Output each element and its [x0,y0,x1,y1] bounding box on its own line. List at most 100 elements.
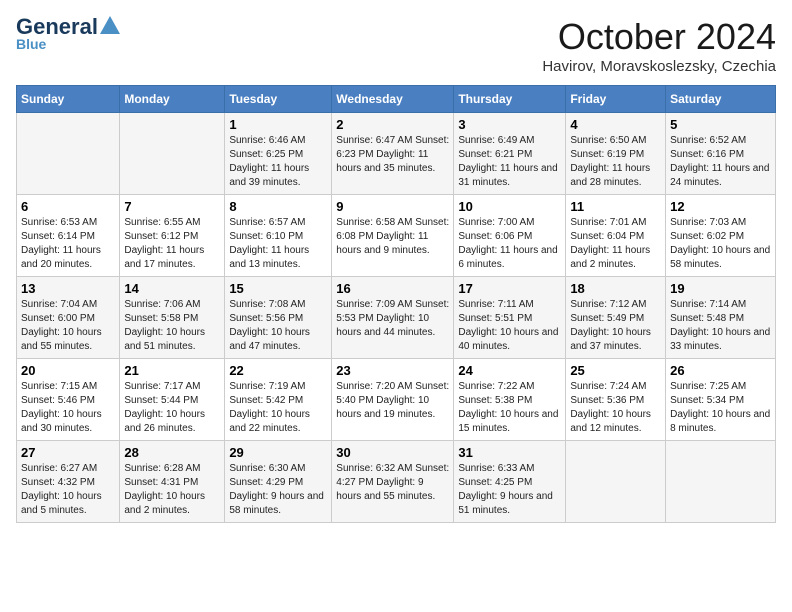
calendar-day-cell: 4 Sunrise: 6:50 AM Sunset: 6:19 PM Daylig… [566,113,666,195]
day-number: 13 [21,281,115,296]
day-info: Sunrise: 6:57 AM Sunset: 6:10 PM Dayligh… [229,216,327,272]
day-number: 19 [670,281,771,296]
day-info: Sunrise: 6:47 AM Sunset: 6:23 PM Dayligh… [336,134,449,176]
day-info: Sunrise: 7:20 AM Sunset: 5:40 PM Dayligh… [336,380,449,422]
day-number: 6 [21,199,115,214]
calendar-day-cell: 9Sunrise: 6:58 AM Sunset: 6:08 PM Daylig… [332,195,454,277]
day-number: 14 [124,281,220,296]
day-info: Sunrise: 6:55 AM Sunset: 6:12 PM Dayligh… [124,216,220,272]
day-number: 29 [229,445,327,460]
calendar-week-row: 6 Sunrise: 6:53 AM Sunset: 6:14 PM Daylig… [17,195,776,277]
calendar-day-cell: 27Sunrise: 6:27 AM Sunset: 4:32 PM Dayli… [17,441,120,523]
calendar-day-cell: 2 Sunrise: 6:47 AM Sunset: 6:23 PM Daylig… [332,113,454,195]
calendar-day-cell [666,441,776,523]
day-info: Sunrise: 7:01 AM Sunset: 6:04 PM Dayligh… [570,216,661,272]
day-info: Sunrise: 6:46 AM Sunset: 6:25 PM Dayligh… [229,134,327,190]
logo-blue: Blue [16,36,46,52]
calendar-day-cell: 6 Sunrise: 6:53 AM Sunset: 6:14 PM Daylig… [17,195,120,277]
calendar-week-row: 13 Sunrise: 7:04 AM Sunset: 6:00 PM Dayli… [17,277,776,359]
day-info: Sunrise: 6:50 AM Sunset: 6:19 PM Dayligh… [570,134,661,190]
day-of-week-header: Wednesday [332,86,454,113]
day-info: Sunrise: 7:22 AM Sunset: 5:38 PM Dayligh… [458,380,561,436]
calendar-day-cell: 24Sunrise: 7:22 AM Sunset: 5:38 PM Dayli… [454,359,566,441]
day-info: Sunrise: 6:27 AM Sunset: 4:32 PM Dayligh… [21,462,115,518]
day-number: 15 [229,281,327,296]
calendar-day-cell: 22Sunrise: 7:19 AM Sunset: 5:42 PM Dayli… [225,359,332,441]
day-number: 25 [570,363,661,378]
day-info: Sunrise: 7:11 AM Sunset: 5:51 PM Dayligh… [458,298,561,354]
calendar-day-cell: 13 Sunrise: 7:04 AM Sunset: 6:00 PM Dayli… [17,277,120,359]
day-of-week-header: Monday [120,86,225,113]
calendar-week-row: 1Sunrise: 6:46 AM Sunset: 6:25 PM Daylig… [17,113,776,195]
day-of-week-header: Saturday [666,86,776,113]
page-header: General Blue October 2024 Havirov, Morav… [16,16,776,75]
calendar-day-cell [120,113,225,195]
day-of-week-header: Sunday [17,86,120,113]
day-info: Sunrise: 7:04 AM Sunset: 6:00 PM Dayligh… [21,298,115,354]
calendar-week-row: 20Sunrise: 7:15 AM Sunset: 5:46 PM Dayli… [17,359,776,441]
calendar-day-cell: 16 Sunrise: 7:09 AM Sunset: 5:53 PM Dayli… [332,277,454,359]
calendar-day-cell: 20Sunrise: 7:15 AM Sunset: 5:46 PM Dayli… [17,359,120,441]
location: Havirov, Moravskoslezsky, Czechia [542,58,776,75]
calendar-day-cell: 12 Sunrise: 7:03 AM Sunset: 6:02 PM Dayli… [666,195,776,277]
calendar-week-row: 27Sunrise: 6:27 AM Sunset: 4:32 PM Dayli… [17,441,776,523]
calendar-day-cell: 11Sunrise: 7:01 AM Sunset: 6:04 PM Dayli… [566,195,666,277]
calendar-day-cell [566,441,666,523]
calendar-day-cell: 15Sunrise: 7:08 AM Sunset: 5:56 PM Dayli… [225,277,332,359]
day-number: 8 [229,199,327,214]
day-number: 30 [336,445,449,460]
logo: General Blue [16,16,120,52]
day-info: Sunrise: 7:24 AM Sunset: 5:36 PM Dayligh… [570,380,661,436]
day-number: 10 [458,199,561,214]
day-number: 3 [458,117,561,132]
day-info: Sunrise: 7:17 AM Sunset: 5:44 PM Dayligh… [124,380,220,436]
day-info: Sunrise: 6:52 AM Sunset: 6:16 PM Dayligh… [670,134,771,190]
calendar-day-cell: 21 Sunrise: 7:17 AM Sunset: 5:44 PM Dayli… [120,359,225,441]
logo-icon [100,16,120,34]
day-number: 9 [336,199,449,214]
day-number: 12 [670,199,771,214]
day-number: 21 [124,363,220,378]
day-info: Sunrise: 7:03 AM Sunset: 6:02 PM Dayligh… [670,216,771,272]
calendar-header-row: SundayMondayTuesdayWednesdayThursdayFrid… [17,86,776,113]
day-info: Sunrise: 6:30 AM Sunset: 4:29 PM Dayligh… [229,462,327,518]
calendar-day-cell: 19 Sunrise: 7:14 AM Sunset: 5:48 PM Dayli… [666,277,776,359]
day-number: 16 [336,281,449,296]
day-number: 23 [336,363,449,378]
day-number: 31 [458,445,561,460]
calendar-day-cell: 28Sunrise: 6:28 AM Sunset: 4:31 PM Dayli… [120,441,225,523]
calendar-day-cell: 23 Sunrise: 7:20 AM Sunset: 5:40 PM Dayli… [332,359,454,441]
calendar-day-cell: 7 Sunrise: 6:55 AM Sunset: 6:12 PM Daylig… [120,195,225,277]
day-number: 2 [336,117,449,132]
day-info: Sunrise: 6:53 AM Sunset: 6:14 PM Dayligh… [21,216,115,272]
day-info: Sunrise: 7:00 AM Sunset: 6:06 PM Dayligh… [458,216,561,272]
logo-general: General [16,16,98,38]
title-section: October 2024 Havirov, Moravskoslezsky, C… [542,16,776,75]
day-info: Sunrise: 7:14 AM Sunset: 5:48 PM Dayligh… [670,298,771,354]
month-title: October 2024 [542,16,776,58]
day-number: 4 [570,117,661,132]
calendar-day-cell: 3Sunrise: 6:49 AM Sunset: 6:21 PM Daylig… [454,113,566,195]
day-info: Sunrise: 6:28 AM Sunset: 4:31 PM Dayligh… [124,462,220,518]
calendar-day-cell: 18 Sunrise: 7:12 AM Sunset: 5:49 PM Dayli… [566,277,666,359]
calendar-body: 1Sunrise: 6:46 AM Sunset: 6:25 PM Daylig… [17,113,776,523]
calendar-day-cell: 30Sunrise: 6:32 AM Sunset: 4:27 PM Dayli… [332,441,454,523]
calendar-day-cell: 25 Sunrise: 7:24 AM Sunset: 5:36 PM Dayli… [566,359,666,441]
day-of-week-header: Friday [566,86,666,113]
day-info: Sunrise: 7:06 AM Sunset: 5:58 PM Dayligh… [124,298,220,354]
day-number: 17 [458,281,561,296]
calendar-day-cell: 17 Sunrise: 7:11 AM Sunset: 5:51 PM Dayli… [454,277,566,359]
calendar-day-cell: 10 Sunrise: 7:00 AM Sunset: 6:06 PM Dayli… [454,195,566,277]
day-info: Sunrise: 7:09 AM Sunset: 5:53 PM Dayligh… [336,298,449,340]
day-number: 18 [570,281,661,296]
day-info: Sunrise: 7:19 AM Sunset: 5:42 PM Dayligh… [229,380,327,436]
day-number: 7 [124,199,220,214]
calendar-table: SundayMondayTuesdayWednesdayThursdayFrid… [16,85,776,523]
calendar-day-cell: 29 Sunrise: 6:30 AM Sunset: 4:29 PM Dayli… [225,441,332,523]
day-number: 26 [670,363,771,378]
day-info: Sunrise: 6:33 AM Sunset: 4:25 PM Dayligh… [458,462,561,518]
calendar-day-cell: 5Sunrise: 6:52 AM Sunset: 6:16 PM Daylig… [666,113,776,195]
day-info: Sunrise: 7:12 AM Sunset: 5:49 PM Dayligh… [570,298,661,354]
calendar-day-cell: 14 Sunrise: 7:06 AM Sunset: 5:58 PM Dayli… [120,277,225,359]
day-info: Sunrise: 7:25 AM Sunset: 5:34 PM Dayligh… [670,380,771,436]
